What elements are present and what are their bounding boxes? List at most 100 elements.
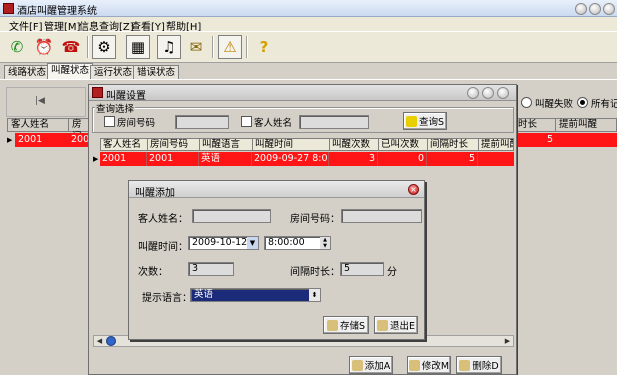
radio-wake-failed[interactable] (521, 97, 532, 108)
minimize-button[interactable] (575, 3, 587, 15)
dialog-app-icon (92, 87, 103, 98)
window-title: 酒店叫醒管理系统 (17, 6, 97, 17)
bg-header-duration: 时长 (514, 118, 556, 132)
dialog-minimize-button[interactable] (467, 87, 479, 99)
wake-time-label: 叫醒时间： (138, 242, 188, 253)
guest-checkbox[interactable] (241, 116, 252, 127)
toolbar-separator (87, 36, 89, 58)
bg-cell-name: 2001 (18, 134, 43, 145)
count-label: 次数： (138, 267, 168, 278)
table-row[interactable]: 2001 2001 英语 2009-09-27 8:00:00 3 0 5 (100, 152, 514, 166)
delete-button-label: 删除D (472, 361, 499, 372)
interval-label: 间隔时长： (290, 267, 340, 278)
scroll-thumb[interactable] (106, 336, 116, 346)
row-pointer-icon: ▶ (7, 136, 13, 144)
query-group-label: 查询选择 (95, 101, 136, 115)
language-dropdown-icon[interactable]: ⬍ (309, 289, 320, 301)
wake-settings-title: 叫醒设置 (106, 91, 146, 102)
guest-name-label: 客人姓名： (138, 214, 188, 225)
col-interval: 间隔时长 (427, 138, 479, 151)
app-icon (3, 3, 14, 14)
radio-all-records[interactable] (577, 97, 588, 108)
wake-time-stepper[interactable]: 8:00:00 ▲ ▼ (264, 236, 331, 250)
toolbar: ✆ ⏰ ☎ ⚙ ▦ ♫ ✉ ⚠ ? (0, 31, 617, 63)
delete-button[interactable]: 删除D (456, 356, 502, 374)
save-button[interactable]: 存储S (323, 316, 369, 334)
scroll-right-icon[interactable]: ▶ (502, 336, 513, 346)
tab-error-status[interactable]: 错误状态 (133, 65, 180, 79)
grid-icon[interactable]: ▦ (126, 35, 150, 59)
wake-add-close-icon[interactable]: × (408, 184, 419, 195)
tab-line-status[interactable]: 线路状态 (4, 65, 51, 79)
cell-interval: 5 (427, 152, 478, 166)
time-down-icon[interactable]: ▼ (320, 243, 330, 249)
tools-icon[interactable]: ⚙ (92, 35, 116, 59)
room-check-label: 房间号码 (117, 118, 156, 129)
col-advance: 提前叫醒 (478, 138, 514, 151)
cell-advance (478, 152, 514, 166)
bg-row-right[interactable]: 5 (517, 133, 617, 147)
toolbar-separator (246, 36, 248, 58)
exit-button-label: 退出E (389, 321, 415, 332)
hangup-icon[interactable]: ☎ (59, 35, 83, 59)
close-button[interactable] (603, 3, 615, 15)
help-icon[interactable]: ? (252, 35, 276, 59)
cell-called-count: 0 (378, 152, 427, 166)
col-room-number: 房间号码 (147, 138, 200, 151)
count-input[interactable]: 3 (188, 262, 234, 276)
room-checkbox[interactable] (104, 116, 115, 127)
dialog-close-button[interactable] (497, 87, 509, 99)
edit-icon (408, 359, 420, 371)
mail-icon[interactable]: ✉ (184, 35, 208, 59)
guest-query-input[interactable] (299, 115, 369, 129)
bg-cell-room: 200 (71, 134, 90, 145)
radio-wake-failed-label: 叫醒失败 (535, 99, 574, 110)
col-guest-name: 客人姓名 (100, 138, 148, 151)
tab-run-status[interactable]: 运行状态 (90, 65, 137, 79)
radio-all-records-label: 所有记录 (591, 99, 617, 110)
bg-row[interactable]: 2001 200 (15, 133, 90, 147)
interval-value: 5 (344, 263, 351, 274)
guest-name-input[interactable] (192, 209, 271, 223)
room-number-input[interactable] (341, 209, 422, 223)
maximize-button[interactable] (589, 3, 601, 15)
guest-check-label: 客人姓名 (254, 118, 293, 129)
language-select[interactable]: 英语 ⬍ (190, 288, 321, 302)
wake-time-value: 8:00:00 (268, 237, 305, 248)
wake-add-title: 叫醒添加 (135, 188, 175, 199)
exit-icon (376, 319, 388, 331)
tab-wake-status[interactable]: 叫醒状态 (47, 63, 94, 79)
nav-first-icon[interactable]: |◀ (35, 96, 45, 106)
title-bar: 酒店叫醒管理系统 (0, 0, 617, 17)
query-button[interactable]: 查询S (403, 112, 447, 130)
col-called-count: 已叫次数 (378, 138, 428, 151)
dialog-maximize-button[interactable] (482, 87, 494, 99)
scroll-left-icon[interactable]: ◀ (94, 336, 105, 346)
bg-header-room: 房间 (68, 118, 90, 142)
row-pointer-icon: ▶ (93, 155, 99, 163)
room-query-input[interactable] (175, 115, 229, 129)
save-icon (326, 319, 338, 331)
save-button-label: 存储S (339, 321, 366, 332)
language-label: 提示语言： (142, 293, 192, 304)
date-dropdown-icon[interactable]: ▼ (247, 237, 258, 249)
add-button[interactable]: 添加A (349, 356, 393, 374)
interval-unit: 分 (387, 267, 397, 278)
wake-settings-titlebar: 叫醒设置 (89, 85, 516, 102)
edit-button-label: 修改M (421, 361, 450, 372)
edit-button[interactable]: 修改M (407, 356, 451, 374)
nav-box: |◀ (6, 87, 86, 117)
notes-icon[interactable]: ♫ (157, 35, 181, 59)
delete-icon (459, 359, 471, 371)
wake-date-value: 2009-10-12 (192, 237, 248, 248)
exit-button[interactable]: 退出E (374, 316, 418, 334)
add-button-label: 添加A (364, 361, 391, 372)
wake-date-picker[interactable]: 2009-10-12 ▼ (188, 236, 259, 250)
cell-language: 英语 (199, 152, 252, 166)
interval-input[interactable]: 5 (340, 262, 384, 276)
language-value: 英语 (194, 289, 214, 300)
warning-icon[interactable]: ⚠ (218, 35, 242, 59)
phone-green-icon[interactable]: ✆ (5, 35, 29, 59)
add-icon (351, 359, 363, 371)
alarm-icon[interactable]: ⏰ (32, 35, 56, 59)
